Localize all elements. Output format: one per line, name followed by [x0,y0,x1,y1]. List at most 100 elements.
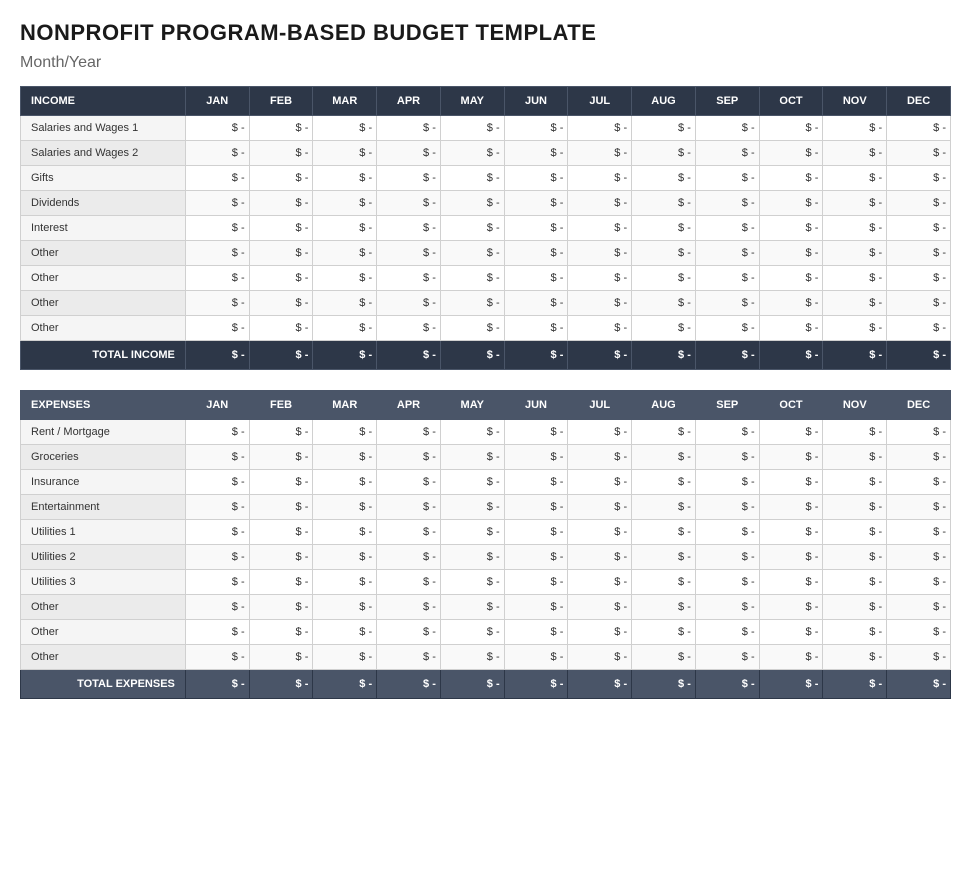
income-cell[interactable]: $ - [377,266,441,291]
income-cell[interactable]: $ - [249,116,313,141]
expenses-cell[interactable]: $ - [504,420,568,445]
expenses-cell[interactable]: $ - [185,520,249,545]
expenses-cell[interactable]: $ - [504,520,568,545]
expenses-cell[interactable]: $ - [377,420,441,445]
expenses-cell[interactable]: $ - [313,620,377,645]
expenses-cell[interactable]: $ - [695,645,759,670]
income-cell[interactable]: $ - [504,141,568,166]
total-expenses-cell[interactable]: $ - [887,670,951,699]
expenses-cell[interactable]: $ - [440,495,504,520]
expenses-cell[interactable]: $ - [632,420,696,445]
income-cell[interactable]: $ - [440,141,504,166]
expenses-cell[interactable]: $ - [759,495,823,520]
income-cell[interactable]: $ - [185,191,249,216]
expenses-cell[interactable]: $ - [887,470,951,495]
expenses-cell[interactable]: $ - [504,570,568,595]
income-cell[interactable]: $ - [695,291,759,316]
expenses-cell[interactable]: $ - [313,645,377,670]
total-income-cell[interactable]: $ - [695,341,759,370]
income-cell[interactable]: $ - [568,191,632,216]
income-cell[interactable]: $ - [823,316,887,341]
expenses-cell[interactable]: $ - [759,645,823,670]
income-cell[interactable]: $ - [823,141,887,166]
expenses-cell[interactable]: $ - [185,495,249,520]
income-cell[interactable]: $ - [632,166,696,191]
income-cell[interactable]: $ - [632,266,696,291]
total-expenses-cell[interactable]: $ - [823,670,887,699]
total-expenses-cell[interactable]: $ - [759,670,823,699]
expenses-cell[interactable]: $ - [759,520,823,545]
expenses-cell[interactable]: $ - [185,570,249,595]
income-cell[interactable]: $ - [632,316,696,341]
expenses-cell[interactable]: $ - [887,545,951,570]
expenses-cell[interactable]: $ - [695,545,759,570]
income-cell[interactable]: $ - [249,316,313,341]
income-cell[interactable]: $ - [440,191,504,216]
income-cell[interactable]: $ - [504,291,568,316]
expenses-cell[interactable]: $ - [632,620,696,645]
expenses-cell[interactable]: $ - [504,445,568,470]
total-income-cell[interactable]: $ - [313,341,377,370]
expenses-cell[interactable]: $ - [695,520,759,545]
income-cell[interactable]: $ - [823,216,887,241]
income-cell[interactable]: $ - [887,116,951,141]
income-cell[interactable]: $ - [887,166,951,191]
income-cell[interactable]: $ - [568,291,632,316]
income-cell[interactable]: $ - [632,141,696,166]
income-cell[interactable]: $ - [185,291,249,316]
expenses-cell[interactable]: $ - [695,595,759,620]
expenses-cell[interactable]: $ - [249,595,313,620]
income-cell[interactable]: $ - [823,166,887,191]
income-cell[interactable]: $ - [313,191,377,216]
expenses-cell[interactable]: $ - [695,495,759,520]
expenses-cell[interactable]: $ - [313,520,377,545]
income-cell[interactable]: $ - [632,216,696,241]
expenses-cell[interactable]: $ - [249,645,313,670]
income-cell[interactable]: $ - [887,266,951,291]
total-expenses-cell[interactable]: $ - [504,670,568,699]
income-cell[interactable]: $ - [695,191,759,216]
expenses-cell[interactable]: $ - [568,520,632,545]
expenses-cell[interactable]: $ - [759,620,823,645]
expenses-cell[interactable]: $ - [568,595,632,620]
income-cell[interactable]: $ - [887,291,951,316]
expenses-cell[interactable]: $ - [504,495,568,520]
income-cell[interactable]: $ - [568,266,632,291]
income-cell[interactable]: $ - [568,166,632,191]
income-cell[interactable]: $ - [377,241,441,266]
expenses-cell[interactable]: $ - [504,620,568,645]
expenses-cell[interactable]: $ - [632,545,696,570]
total-income-cell[interactable]: $ - [440,341,504,370]
expenses-cell[interactable]: $ - [568,495,632,520]
total-income-cell[interactable]: $ - [377,341,441,370]
income-cell[interactable]: $ - [887,191,951,216]
income-cell[interactable]: $ - [632,241,696,266]
income-cell[interactable]: $ - [887,216,951,241]
expenses-cell[interactable]: $ - [249,620,313,645]
income-cell[interactable]: $ - [759,116,823,141]
income-cell[interactable]: $ - [695,116,759,141]
expenses-cell[interactable]: $ - [504,645,568,670]
expenses-cell[interactable]: $ - [185,620,249,645]
income-cell[interactable]: $ - [504,316,568,341]
income-cell[interactable]: $ - [313,116,377,141]
income-cell[interactable]: $ - [249,141,313,166]
expenses-cell[interactable]: $ - [695,570,759,595]
expenses-cell[interactable]: $ - [823,545,887,570]
expenses-cell[interactable]: $ - [313,470,377,495]
income-cell[interactable]: $ - [185,216,249,241]
income-cell[interactable]: $ - [377,116,441,141]
total-expenses-cell[interactable]: $ - [568,670,632,699]
income-cell[interactable]: $ - [759,316,823,341]
total-expenses-cell[interactable]: $ - [249,670,313,699]
expenses-cell[interactable]: $ - [887,570,951,595]
income-cell[interactable]: $ - [377,291,441,316]
expenses-cell[interactable]: $ - [823,445,887,470]
income-cell[interactable]: $ - [313,316,377,341]
income-cell[interactable]: $ - [695,166,759,191]
expenses-cell[interactable]: $ - [823,595,887,620]
income-cell[interactable]: $ - [568,316,632,341]
income-cell[interactable]: $ - [185,266,249,291]
expenses-cell[interactable]: $ - [632,445,696,470]
expenses-cell[interactable]: $ - [568,420,632,445]
